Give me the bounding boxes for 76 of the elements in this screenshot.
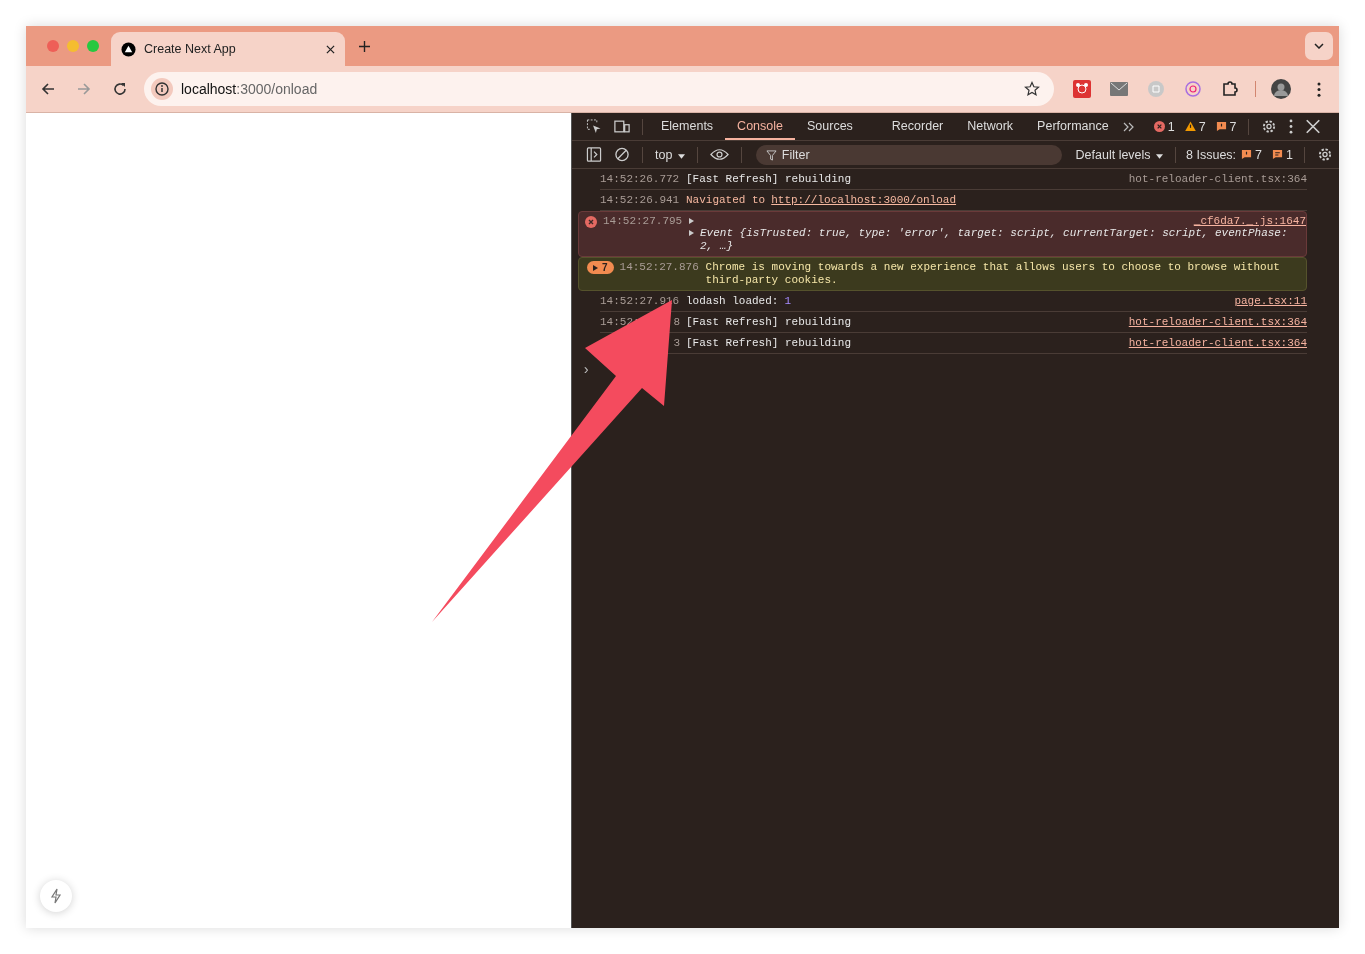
sidebar-icon[interactable]: [586, 147, 602, 162]
browser-tab[interactable]: Create Next App: [111, 32, 345, 66]
source-link[interactable]: hot-reloader-client.tsx:364: [1128, 316, 1307, 328]
issue-icon: [1241, 149, 1253, 160]
filter-field[interactable]: Filter: [755, 144, 1062, 165]
extension-icon[interactable]: [1073, 80, 1091, 98]
issue-message: Chrome is moving towards a new experience that allows users to choose to browse without third-party cookies.: [705, 261, 1281, 287]
info-icon[interactable]: [150, 77, 174, 101]
issue-count-badge[interactable]: 7: [587, 261, 614, 274]
timestamp: 14:52:27.876: [619, 261, 700, 273]
tab-title: Create Next App: [144, 42, 237, 56]
devtools-tab[interactable]: Network: [955, 113, 1026, 140]
tab-search-button[interactable]: [1305, 32, 1333, 60]
puzzle-icon[interactable]: [1221, 80, 1239, 98]
error-count: 1: [1167, 119, 1175, 134]
mail-icon[interactable]: [1110, 80, 1128, 98]
warning-count: 7: [1198, 119, 1206, 134]
warning-icon: [1184, 121, 1196, 132]
url-text: localhost:3000/onload: [181, 81, 318, 97]
devtools-tab[interactable]: Console: [725, 113, 795, 140]
back-icon[interactable]: [40, 81, 56, 97]
timestamp: 14:52:27.795: [603, 215, 683, 227]
log-message: [Fast Refresh] rebuilding: [686, 316, 852, 328]
clear-console-icon[interactable]: [614, 147, 630, 162]
error-icon: [585, 216, 597, 228]
lightning-icon: [48, 888, 64, 904]
star-icon[interactable]: [1024, 81, 1040, 97]
device-toolbar-icon[interactable]: [614, 119, 630, 134]
devtools-tab[interactable]: Performance: [1025, 113, 1121, 140]
info-issue-icon: [1272, 149, 1284, 160]
timestamp: 14:52:27.916: [600, 295, 680, 307]
source-link[interactable]: hot-reloader-client.tsx:364: [1128, 337, 1307, 349]
timestamp: 3: [673, 337, 680, 349]
source-link[interactable]: hot-reloader-client.tsx:364: [1128, 173, 1307, 185]
eye-icon[interactable]: [709, 147, 729, 162]
source-link[interactable]: _cf6da7._.js:1647: [1193, 215, 1306, 227]
log-message: [Fast Refresh] rebuilding: [686, 337, 852, 349]
timestamp: 14:52:26.941: [600, 194, 680, 206]
url-link[interactable]: http://localhost:3000/onload: [771, 194, 957, 206]
menu-icon[interactable]: [1317, 81, 1321, 97]
navigation-message: Navigated to: [686, 194, 766, 206]
new-tab-icon[interactable]: [359, 40, 370, 52]
log-message: [Fast Refresh] rebuilding: [686, 173, 852, 185]
log-message: lodash loaded:: [686, 295, 779, 307]
log-levels-dropdown[interactable]: Default levels: [1069, 147, 1170, 162]
address-bar[interactable]: localhost:3000/onload: [144, 72, 1054, 106]
funnel-icon: [765, 149, 777, 161]
settings-icon[interactable]: [1260, 119, 1277, 134]
issue-count: 7: [1229, 119, 1237, 134]
log-value: 1: [784, 295, 792, 307]
reload-icon[interactable]: [112, 81, 128, 97]
dev-tools-button[interactable]: [40, 880, 72, 912]
issues-label[interactable]: 8 Issues:: [1182, 147, 1237, 162]
context-dropdown[interactable]: top: [649, 147, 691, 162]
devtools-tab[interactable]: Elements: [649, 113, 726, 140]
source-link[interactable]: page.tsx:11: [1234, 295, 1307, 307]
devtools-tab[interactable]: Sources: [795, 113, 865, 140]
console-prompt[interactable]: ›: [582, 362, 591, 378]
console-settings-icon[interactable]: [1317, 147, 1333, 162]
close-icon[interactable]: [326, 44, 335, 54]
issue-icon: [1215, 121, 1227, 132]
caret-icon: [1156, 153, 1164, 159]
timestamp: 14:52:26.772: [600, 173, 680, 185]
error-icon: [1153, 121, 1165, 132]
chevron-down-icon: [1314, 43, 1324, 49]
more-tabs-icon[interactable]: [1122, 121, 1135, 132]
timestamp: 8: [673, 316, 680, 328]
event-object: Event {isTrusted: true, type: 'error', target: script, currentTarget: script, eventPhase: 2, …}: [700, 227, 1289, 253]
issue-warning-count: 7: [1255, 147, 1263, 162]
expand-icon: [593, 265, 598, 271]
issue-info-count: 1: [1286, 147, 1293, 162]
devtools-tab[interactable]: Recorder: [879, 113, 956, 140]
more-options-icon[interactable]: [1288, 119, 1293, 134]
inspect-icon[interactable]: [586, 119, 602, 134]
caret-icon: [677, 153, 685, 159]
avatar-icon[interactable]: [1271, 79, 1291, 99]
